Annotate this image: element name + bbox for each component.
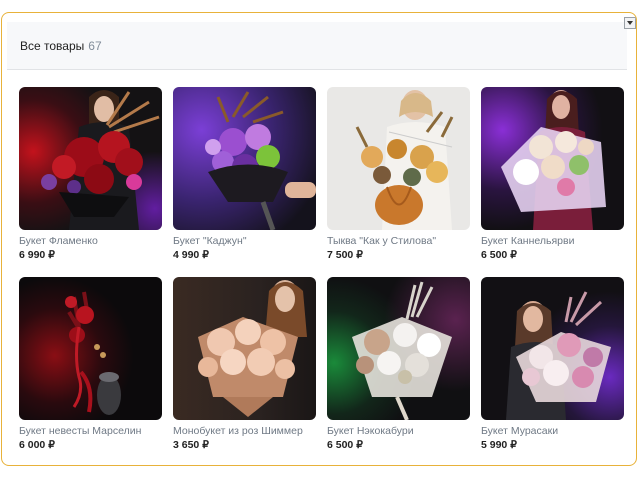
product-grid: Букет Фламенко 6 990 ₽ Букет "Каджун" 4 … (19, 87, 625, 465)
product-card[interactable]: Букет невесты Марселин 6 000 ₽ (19, 277, 162, 465)
product-card[interactable]: Букет Мурасаки 5 990 ₽ (481, 277, 624, 465)
product-price: 6 500 ₽ (481, 249, 517, 261)
product-price: 3 650 ₽ (173, 439, 209, 451)
flamenco-bouquet-photo[interactable] (19, 87, 162, 230)
product-price: 7 500 ₽ (327, 249, 363, 261)
product-name[interactable]: Букет Нэкокабури (327, 425, 470, 437)
product-card[interactable]: Букет Нэкокабури 6 500 ₽ (327, 277, 470, 465)
nekokaburi-bouquet-photo[interactable] (327, 277, 470, 420)
kannelyarvi-bouquet-photo[interactable] (481, 87, 624, 230)
product-name[interactable]: Тыква "Как у Стилова" (327, 235, 470, 247)
product-name[interactable]: Букет невесты Марселин (19, 425, 162, 437)
product-price: 4 990 ₽ (173, 249, 209, 261)
product-name[interactable]: Букет "Каджун" (173, 235, 316, 247)
all-products-link[interactable]: Все товары 67 (20, 39, 102, 53)
product-price: 6 990 ₽ (19, 249, 55, 261)
pumpkin-arrangement-photo[interactable] (327, 87, 470, 230)
product-name[interactable]: Букет Фламенко (19, 235, 162, 247)
product-card[interactable]: Букет Каннельярви 6 500 ₽ (481, 87, 624, 277)
product-card[interactable]: Букет Фламенко 6 990 ₽ (19, 87, 162, 277)
product-name[interactable]: Монобукет из роз Шиммер (173, 425, 316, 437)
market-widget: Все товары 67 Букет Фламенко 6 990 ₽ Бук… (1, 12, 637, 466)
cajun-bouquet-photo[interactable] (173, 87, 316, 230)
market-header: Все товары 67 (7, 22, 627, 70)
products-count: 67 (88, 39, 102, 53)
product-price: 6 000 ₽ (19, 439, 55, 451)
product-name[interactable]: Букет Каннельярви (481, 235, 624, 247)
product-name[interactable]: Букет Мурасаки (481, 425, 624, 437)
product-card[interactable]: Тыква "Как у Стилова" 7 500 ₽ (327, 87, 470, 277)
product-price: 5 990 ₽ (481, 439, 517, 451)
marseline-bridal-bouquet-photo[interactable] (19, 277, 162, 420)
dropdown-arrow-icon[interactable] (624, 17, 636, 29)
product-price: 6 500 ₽ (327, 439, 363, 451)
product-card[interactable]: Монобукет из роз Шиммер 3 650 ₽ (173, 277, 316, 465)
shimmer-rose-bouquet-photo[interactable] (173, 277, 316, 420)
murasaki-bouquet-photo[interactable] (481, 277, 624, 420)
product-card[interactable]: Букет "Каджун" 4 990 ₽ (173, 87, 316, 277)
all-products-title: Все товары (20, 39, 85, 53)
